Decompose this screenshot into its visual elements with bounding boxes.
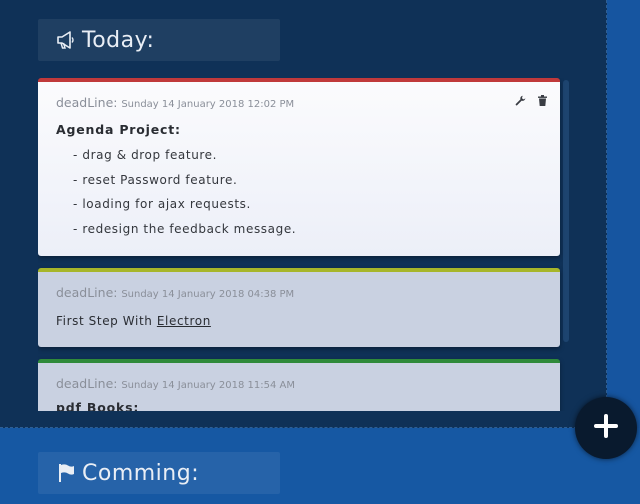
card-title: Agenda Project:	[56, 122, 181, 137]
side-strip	[607, 0, 640, 428]
coming-header: Comming:	[38, 452, 280, 494]
trash-icon[interactable]	[536, 94, 548, 106]
task-card[interactable]: deadLine: Sunday 14 January 2018 04:38 P…	[38, 268, 560, 347]
list-item: drag & drop feature.	[56, 143, 542, 168]
card-item-list: drag & drop feature. reset Password feat…	[56, 143, 542, 241]
deadline-label: deadLine:	[56, 95, 118, 110]
deadline-value: Sunday 14 January 2018 04:38 PM	[121, 289, 295, 300]
today-header: Today:	[38, 19, 280, 61]
add-task-button[interactable]	[575, 397, 637, 459]
task-card[interactable]: deadLine: Sunday 14 January 2018 11:54 A…	[38, 359, 560, 411]
today-card-list: deadLine: Sunday 14 January 2018 12:02 P…	[38, 78, 569, 411]
flag-icon	[56, 463, 76, 483]
card-title: pdf Books:	[56, 400, 140, 411]
deadline-label: deadLine:	[56, 376, 118, 391]
list-item: loading for ajax requests.	[56, 192, 542, 217]
electron-link[interactable]: Electron	[157, 314, 211, 328]
card-text: First Step With Electron	[56, 314, 542, 328]
card-text-prefix: First Step With	[56, 314, 157, 328]
card-deadline: deadLine: Sunday 14 January 2018 04:38 P…	[56, 285, 542, 300]
today-title: Today:	[82, 27, 155, 53]
megaphone-icon	[56, 30, 76, 50]
deadline-value: Sunday 14 January 2018 11:54 AM	[121, 380, 295, 391]
coming-title: Comming:	[82, 460, 200, 486]
task-card[interactable]: deadLine: Sunday 14 January 2018 12:02 P…	[38, 78, 560, 256]
deadline-label: deadLine:	[56, 285, 118, 300]
list-item: redesign the feedback message.	[56, 217, 542, 242]
card-deadline: deadLine: Sunday 14 January 2018 12:02 P…	[56, 95, 542, 110]
wrench-icon[interactable]	[514, 94, 526, 106]
plus-icon	[592, 412, 620, 444]
list-item: reset Password feature.	[56, 168, 542, 193]
today-panel: Today: deadLine: Sunday 14 January 2018 …	[0, 0, 607, 428]
card-deadline: deadLine: Sunday 14 January 2018 11:54 A…	[56, 376, 542, 391]
deadline-value: Sunday 14 January 2018 12:02 PM	[121, 99, 295, 110]
coming-panel: Comming:	[0, 428, 640, 504]
